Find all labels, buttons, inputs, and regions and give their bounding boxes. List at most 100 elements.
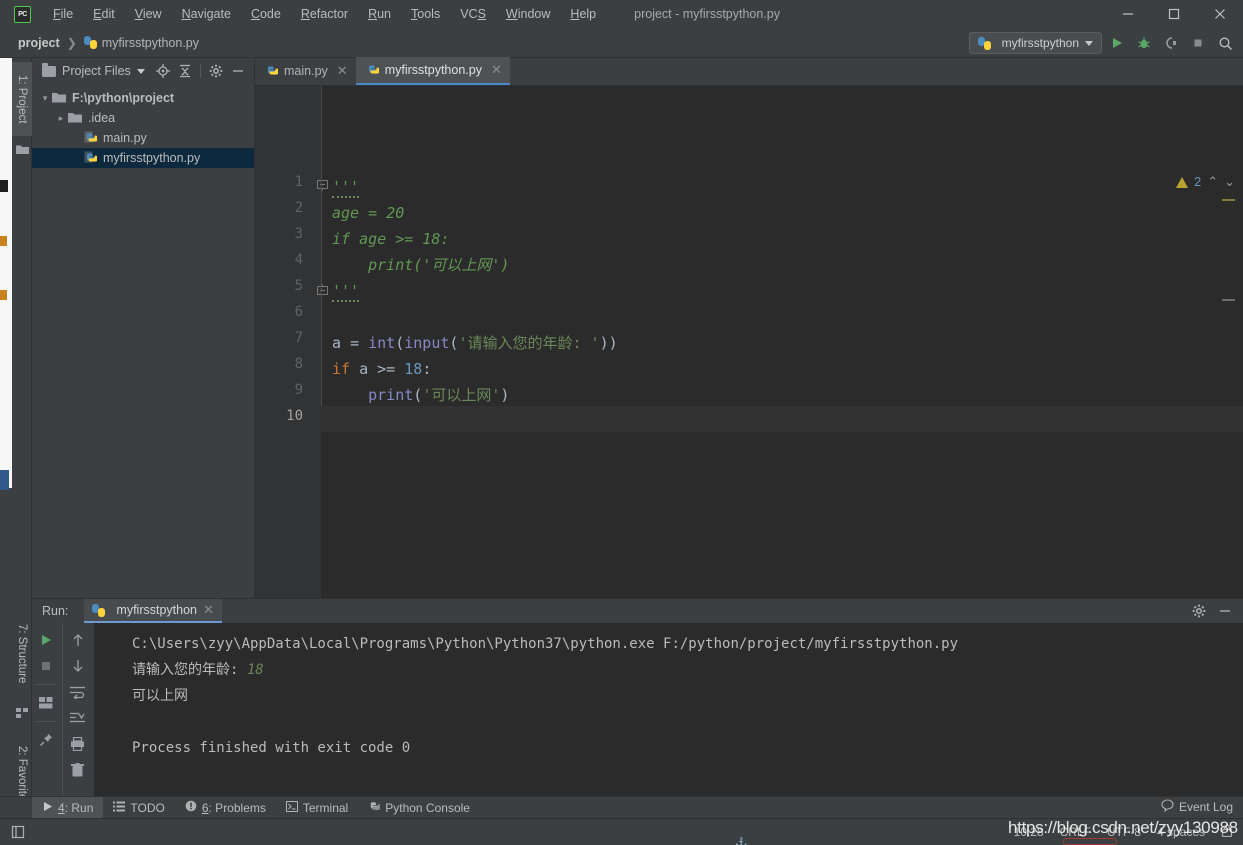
debug-icon[interactable] <box>1132 31 1156 55</box>
breadcrumb-file[interactable]: myfirsstpython.py <box>83 36 199 50</box>
menu-item-window[interactable]: Window <box>496 3 560 25</box>
locate-icon[interactable] <box>153 61 173 81</box>
scroll-down-icon[interactable] <box>67 655 89 677</box>
code-editor[interactable]: 1 2 3 4 5 6 7 8 9 10 ''' age = 20 if age >= 18: pri… <box>255 86 1243 598</box>
chevron-up-icon[interactable]: ⌃ <box>1207 174 1218 190</box>
sidebar-tab-project[interactable]: 1: Project <box>12 62 32 136</box>
bottom-tab-python-console[interactable]: Python Console <box>358 797 480 819</box>
code-line[interactable]: print('可以上网') <box>322 382 509 408</box>
coverage-icon[interactable] <box>1159 31 1183 55</box>
code-token-comment: age = 20 <box>332 204 405 222</box>
bottom-tab-todo[interactable]: TODO <box>103 797 174 819</box>
menu-item-help[interactable]: Help <box>560 3 606 25</box>
event-log-label: Event Log <box>1178 800 1233 814</box>
breadcrumb-project[interactable]: project <box>18 36 60 50</box>
run-icon[interactable] <box>1105 31 1129 55</box>
code-token-kw: if <box>332 360 351 378</box>
line-number: 4 <box>294 252 303 268</box>
stop-icon[interactable] <box>35 655 57 677</box>
close-icon[interactable]: ✕ <box>491 62 502 78</box>
console-prompt: 请输入您的年龄: <box>132 662 247 678</box>
project-files-label: Project Files <box>62 64 131 78</box>
indent-setting[interactable]: 4 spaces <box>1157 825 1205 839</box>
gear-icon[interactable] <box>206 61 226 81</box>
pycharm-window: PC File Edit View Navigate Code Refactor Run To… <box>0 0 1243 845</box>
code-line[interactable]: age = 20 <box>322 200 404 226</box>
tree-node-.idea[interactable]: ▸ .idea <box>32 108 254 128</box>
menu-item-tools[interactable]: Tools <box>401 3 450 25</box>
menu-item-file[interactable]: File <box>43 3 83 25</box>
line-number: 7 <box>294 330 303 346</box>
code-line[interactable]: if a >= 18: <box>322 356 431 382</box>
menu-item-code[interactable]: Code <box>241 3 291 25</box>
run-tab-myfirsstpython[interactable]: myfirsstpython ✕ <box>84 599 222 623</box>
caret-position[interactable]: 10:28 <box>1014 825 1044 839</box>
tree-node-label: myfirsstpython.py <box>103 151 201 165</box>
menu-item-edit[interactable]: Edit <box>83 3 125 25</box>
code-token-txt: ) <box>500 386 510 404</box>
rerun-icon[interactable] <box>35 629 57 651</box>
code-line[interactable]: if age >= 18: <box>322 226 449 252</box>
editor-tab-main-py[interactable]: main.py ✕ <box>255 57 356 85</box>
lock-icon[interactable] <box>1221 824 1233 840</box>
menu-item-run[interactable]: Run <box>358 3 401 25</box>
print-icon[interactable] <box>67 733 89 755</box>
close-icon[interactable] <box>1197 0 1243 28</box>
hide-icon[interactable] <box>1215 601 1235 621</box>
toggle-toolwindows-icon[interactable] <box>10 824 26 840</box>
maximize-icon[interactable] <box>1151 0 1197 28</box>
error-stripe-marker[interactable] <box>1222 299 1235 301</box>
code-line[interactable] <box>322 408 332 434</box>
code-line[interactable]: a = int(input('请输入您的年龄: ')) <box>322 330 618 356</box>
run-console-output[interactable]: C:\Users\zyy\AppData\Local\Programs\Pyth… <box>94 623 1243 797</box>
line-separator[interactable]: CRLF <box>1060 825 1091 839</box>
scroll-up-icon[interactable] <box>67 629 89 651</box>
inspection-widget[interactable]: 2 ⌃ ⌄ <box>1176 174 1235 190</box>
editor-gutter[interactable]: 1 2 3 4 5 6 7 8 9 10 <box>255 86 328 598</box>
menu-item-refactor[interactable]: Refactor <box>291 3 358 25</box>
chevron-down-icon[interactable]: ▾ <box>38 93 52 104</box>
editor-tab-label: main.py <box>284 64 328 78</box>
chevron-down-icon[interactable]: ⌄ <box>1224 174 1235 190</box>
close-icon[interactable]: ✕ <box>337 63 348 79</box>
hide-icon[interactable] <box>228 61 248 81</box>
sidebar-tab-structure[interactable]: 7: Structure <box>12 608 32 700</box>
clear-all-icon[interactable] <box>67 759 89 781</box>
event-log-button[interactable]: Event Log <box>1161 796 1233 818</box>
file-encoding[interactable]: UTF-8 <box>1107 825 1141 839</box>
soft-wrap-icon[interactable] <box>67 681 89 703</box>
code-lines[interactable]: ''' age = 20 if age >= 18: print('可以上网') ''… <box>322 86 1243 598</box>
line-number: 5 <box>294 278 303 294</box>
menu-item-navigate[interactable]: Navigate <box>172 3 241 25</box>
collapse-all-icon[interactable] <box>175 61 195 81</box>
bottom-tab-6-problems[interactable]: 6: Problems <box>175 797 276 819</box>
code-line[interactable]: ''' <box>322 174 360 200</box>
code-line[interactable]: ''' <box>322 278 360 304</box>
project-files-selector[interactable]: Project Files <box>42 62 145 78</box>
run-configuration-selector[interactable]: myfirsstpython <box>968 32 1102 54</box>
chevron-right-icon[interactable]: ▸ <box>54 113 68 124</box>
gear-icon[interactable] <box>1189 601 1209 621</box>
tree-node-f--python-project[interactable]: ▾ F:\python\project <box>32 88 254 108</box>
code-line[interactable]: print('可以上网') <box>322 252 509 278</box>
tree-node-myfirsstpython.py[interactable]: myfirsstpython.py <box>32 148 254 168</box>
code-token-comment: print('可以上网') <box>332 256 510 274</box>
stop-icon[interactable] <box>1186 31 1210 55</box>
editor-tab-myfirsstpython-py[interactable]: myfirsstpython.py ✕ <box>355 57 510 85</box>
bottom-tab-terminal[interactable]: Terminal <box>276 797 358 819</box>
minimize-icon[interactable] <box>1105 0 1151 28</box>
code-token-num: 18 <box>404 360 423 378</box>
error-stripe-marker[interactable] <box>1222 199 1235 201</box>
layout-icon[interactable] <box>35 692 57 714</box>
search-everywhere-icon[interactable] <box>1213 31 1237 55</box>
bottom-tab-4-run[interactable]: 4: Run <box>32 796 104 819</box>
code-line[interactable] <box>322 304 332 330</box>
close-icon[interactable]: ✕ <box>203 602 214 618</box>
code-token-comment: ''' <box>332 178 360 198</box>
menu-item-vcs[interactable]: VCS <box>450 3 496 25</box>
menu-item-view[interactable]: View <box>125 3 172 25</box>
tree-node-main.py[interactable]: main.py <box>32 128 254 148</box>
python-icon <box>92 603 106 617</box>
pin-icon[interactable] <box>35 729 57 751</box>
scroll-to-end-icon[interactable] <box>67 707 89 729</box>
